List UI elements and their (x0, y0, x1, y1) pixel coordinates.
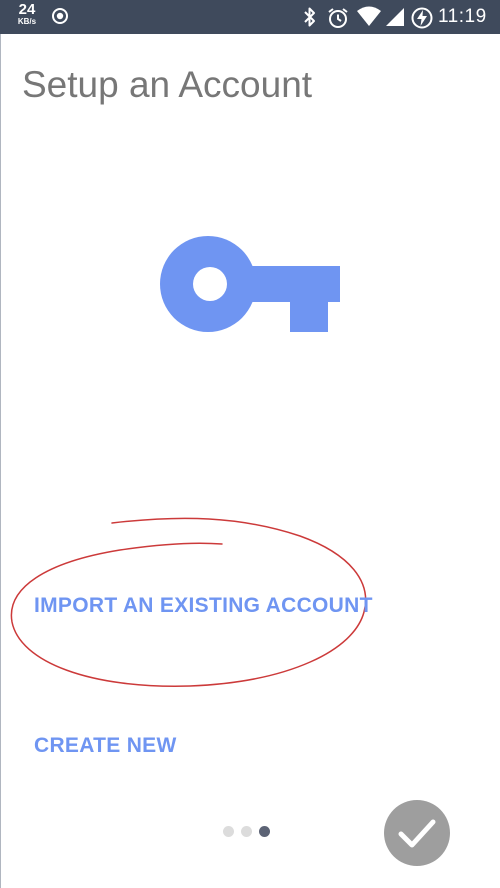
status-bar: 24 KB/s 11:19 (0, 0, 500, 34)
done-button[interactable] (384, 800, 450, 866)
network-speed-unit: KB/s (17, 17, 37, 26)
import-existing-account-button[interactable]: IMPORT AN EXISTING ACCOUNT (34, 594, 373, 618)
network-speed-value: 24 (18, 1, 36, 18)
page-dot-2 (241, 826, 252, 837)
bluetooth-icon (302, 6, 318, 33)
checkmark-icon (398, 819, 436, 848)
network-speed-indicator: 24 KB/s (14, 2, 40, 26)
battery-charging-icon (410, 6, 434, 35)
status-time: 11:19 (438, 6, 487, 27)
create-new-account-button[interactable]: CREATE NEW (34, 734, 177, 758)
alarm-icon (326, 6, 350, 35)
screen-edge-divider (0, 34, 1, 888)
record-icon (50, 6, 70, 31)
setup-account-screen: 24 KB/s 11:19 Setup an Account IMPORT AN… (0, 0, 500, 888)
page-dot-1 (223, 826, 234, 837)
page-dot-3-active (259, 826, 270, 837)
page-title: Setup an Account (22, 64, 313, 105)
wifi-icon (356, 6, 382, 33)
signal-icon (384, 6, 406, 33)
key-icon (160, 234, 342, 339)
